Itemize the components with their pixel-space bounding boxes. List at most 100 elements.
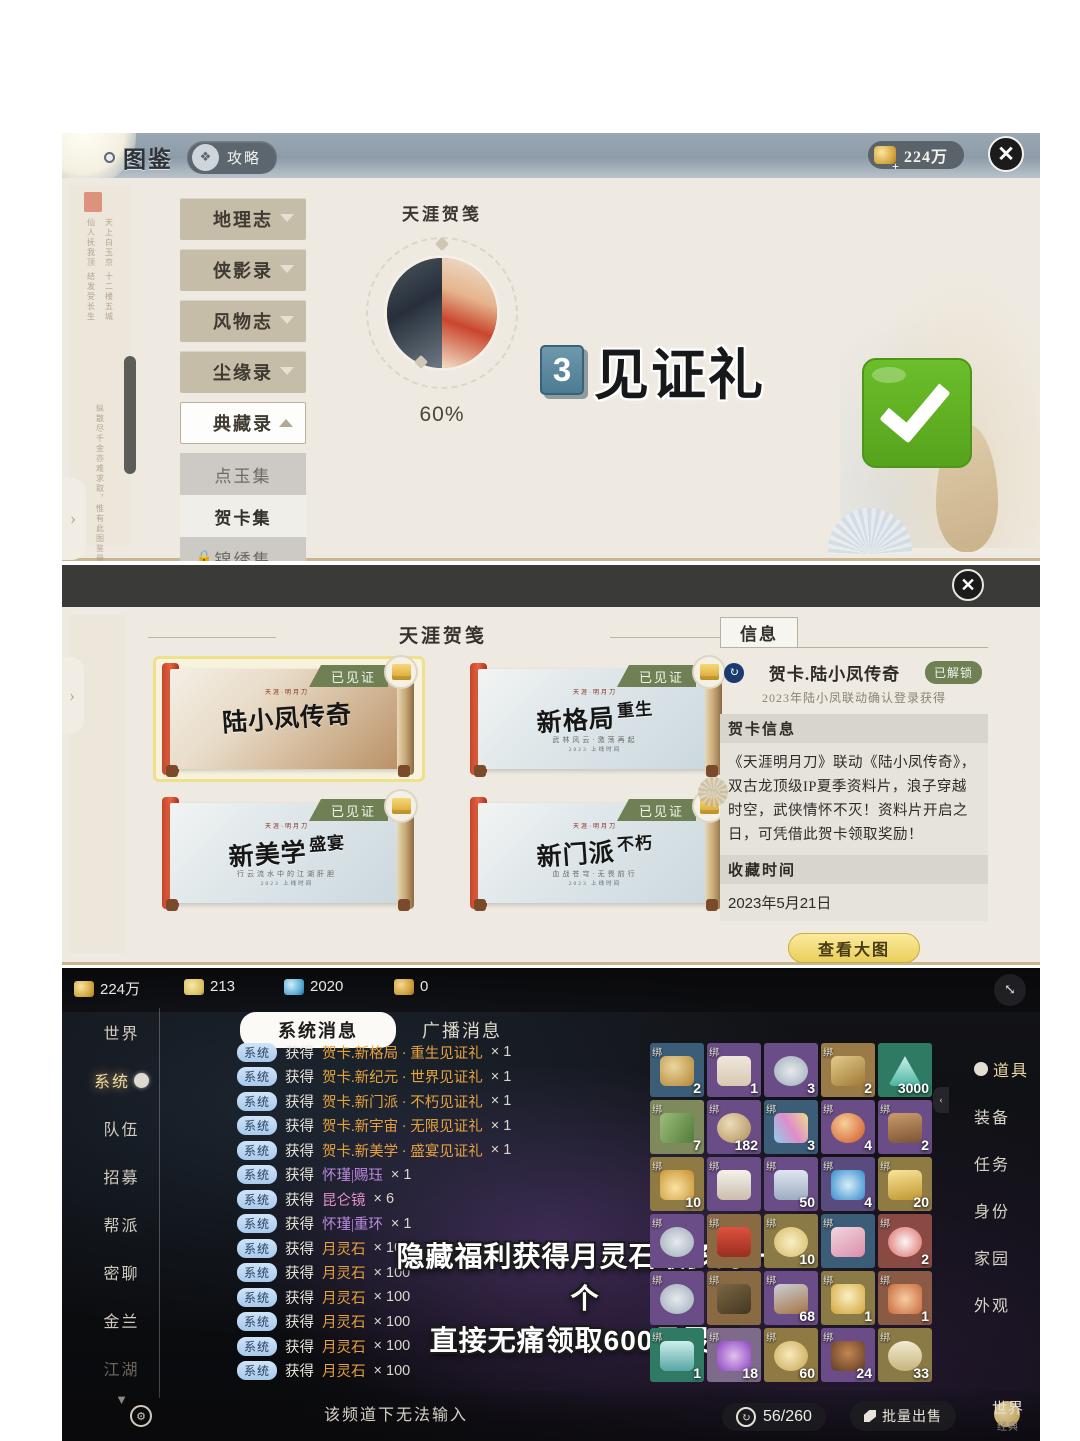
view-large-image-button[interactable]: 查看大图 (788, 933, 920, 963)
sidebar-item-heroes[interactable]: 侠影录 (180, 249, 306, 291)
currency-display[interactable]: + 224万 (867, 141, 964, 173)
capacity-value: 56/260 (763, 1408, 812, 1425)
inventory-slot[interactable]: 绑1 (821, 1271, 875, 1325)
refresh-icon[interactable]: ↻ (724, 662, 744, 683)
inventory-row: 绑1 绑 18 绑 60 绑 24 绑 33 (650, 1328, 935, 1382)
inventory-slot[interactable]: 绑 10 (650, 1157, 704, 1211)
inventory-slot[interactable]: 3 (764, 1043, 818, 1097)
chevron-down-icon (280, 214, 294, 222)
menu-item-identity[interactable]: 身份 (974, 1186, 1036, 1233)
currency-pouch[interactable]: 0 (394, 978, 428, 995)
menu-item-equipment[interactable]: 装备 (974, 1092, 1036, 1139)
currency-leaf[interactable]: 213 (184, 978, 235, 995)
close-icon[interactable]: ✕ (952, 569, 984, 601)
inventory-slot[interactable]: 绑2 (821, 1043, 875, 1097)
sidebar-item-geography[interactable]: 地理志 (180, 198, 306, 240)
inventory-slot[interactable]: 绑3 (764, 1100, 818, 1154)
greeting-card-item[interactable]: 天涯·明月刀 新门派不朽 血战苍穹·无畏前行 2023 上线时间 已见证 (464, 789, 730, 913)
greeting-card-item[interactable]: 天涯·明月刀 新美学盛宴 行云流水中的江湖肝胆 2023 上线时间 已见证 (156, 789, 422, 913)
inventory-slot[interactable]: 绑1 (878, 1271, 932, 1325)
tab-guide[interactable]: ❖ 攻略 (187, 140, 278, 174)
channel-gem-icon (134, 1072, 149, 1088)
channel-team[interactable]: 队伍 (84, 1104, 159, 1152)
sub-item-greeting-cards[interactable]: 贺卡集 (180, 495, 306, 537)
inventory-slot[interactable]: 绑 60 (764, 1328, 818, 1382)
sidebar-item-scenery[interactable]: 风物志 (180, 300, 306, 342)
menu-item-homestead[interactable]: 家园 (974, 1233, 1036, 1280)
inventory-slot[interactable]: 绑 (650, 1214, 704, 1268)
scroll-rail[interactable] (124, 356, 136, 474)
progress-wheel[interactable] (366, 236, 518, 389)
sidebar-item-relations[interactable]: 尘缘录 (180, 351, 306, 393)
inventory-slot[interactable]: 绑 (707, 1214, 761, 1268)
greeting-card-item[interactable]: 天涯·明月刀 新格局重生 武林风云·激荡再起 2023 上线时间 已见证 (464, 655, 730, 779)
currency-gold[interactable]: 224万 (74, 978, 140, 999)
inventory-slot[interactable]: 绑2 (650, 1043, 704, 1097)
expand-sidebar-button[interactable]: › (62, 478, 86, 560)
channel-guild[interactable]: 帮派 (84, 1200, 159, 1248)
inventory-slot[interactable]: 绑4 (821, 1157, 875, 1211)
inventory-slot[interactable]: 绑 (707, 1271, 761, 1325)
chat-item: 月灵石 (322, 1315, 366, 1332)
inventory-slot[interactable]: 绑 182 (707, 1100, 761, 1154)
bulk-sell-label: 批量出售 (882, 1410, 942, 1425)
gear-icon[interactable]: ⚙ (130, 1405, 152, 1427)
sub-item-jade[interactable]: 点玉集 (180, 453, 306, 495)
item-qty: 50 (799, 1194, 815, 1210)
inventory-slot[interactable]: 绑 (707, 1157, 761, 1211)
leaf-icon (184, 978, 204, 995)
refresh-icon[interactable]: ↻ (736, 1407, 756, 1427)
sidebar-item-collection[interactable]: 典藏录 (180, 402, 306, 444)
inventory-slot[interactable]: 绑 24 (821, 1328, 875, 1382)
currency-orb[interactable]: 2020 (284, 978, 343, 995)
world-channel-button[interactable]: 世界 经典 (992, 1397, 1024, 1433)
inventory-slot[interactable]: 绑 50 (764, 1157, 818, 1211)
inventory-slot[interactable]: 绑1 (650, 1328, 704, 1382)
gift-badge-icon[interactable] (384, 789, 418, 823)
channel-world[interactable]: 世界 (84, 1008, 159, 1056)
expand-sidebar-button[interactable]: › (62, 657, 84, 733)
collapse-inventory-button[interactable]: ‹ (933, 1087, 949, 1113)
chat-count: × 6 (373, 1191, 395, 1208)
expand-icon[interactable]: ⤡ (994, 974, 1026, 1006)
inventory-slot[interactable]: 绑 (650, 1271, 704, 1325)
inventory-slot[interactable]: 3000 (878, 1043, 932, 1097)
inventory-slot[interactable]: 绑2 (878, 1100, 932, 1154)
inventory-slot[interactable]: 绑 20 (878, 1157, 932, 1211)
bind-label: 绑 (652, 1219, 662, 1230)
item-icon (831, 1056, 865, 1087)
menu-item-appearance[interactable]: 外观 (974, 1280, 1036, 1327)
channel-system[interactable]: 系统 (84, 1056, 159, 1104)
tab-codex[interactable]: 图鉴 (123, 140, 173, 174)
bind-label: 绑 (766, 1276, 776, 1287)
channel-sworn[interactable]: 金兰 (84, 1296, 159, 1344)
inventory-slot[interactable]: 绑 (821, 1214, 875, 1268)
inventory-slot[interactable]: 绑 33 (878, 1328, 932, 1382)
chat-count: × 100 (373, 1362, 411, 1379)
inventory-slot[interactable]: 绑2 (878, 1214, 932, 1268)
gift-badge-icon[interactable] (384, 655, 418, 689)
progress-wheel-section: 天涯贺笺 60% (358, 200, 526, 427)
card-status-ribbon: 已见证 (616, 665, 696, 687)
close-icon[interactable]: ✕ (988, 136, 1024, 172)
item-icon (888, 1284, 922, 1315)
sub-item-label: 锦绣集 (214, 550, 272, 562)
inventory-slot[interactable]: 绑 10 (764, 1214, 818, 1268)
greeting-card-item[interactable]: 天涯·明月刀 陆小凤传奇 已见证 (153, 655, 425, 782)
tab-info[interactable]: 信息 (720, 617, 798, 647)
inventory-slot[interactable]: 绑 18 (707, 1328, 761, 1382)
inventory-slot[interactable]: 绑4 (821, 1100, 875, 1154)
inventory-slot[interactable]: 绑 68 (764, 1271, 818, 1325)
sub-item-brocade[interactable]: 🔒 锦绣集 (180, 537, 306, 561)
add-currency-icon[interactable]: + (892, 159, 899, 174)
channel-jianghu[interactable]: 江湖 (84, 1344, 159, 1392)
menu-item-items[interactable]: 道具 (974, 1045, 1036, 1092)
bulk-sell-button[interactable]: 批量出售 (850, 1401, 956, 1431)
channel-recruit[interactable]: 招募 (84, 1152, 159, 1200)
channel-whisper[interactable]: 密聊 (84, 1248, 159, 1296)
inventory-slot[interactable]: 绑1 (707, 1043, 761, 1097)
menu-item-quests[interactable]: 任务 (974, 1139, 1036, 1186)
bag-capacity[interactable]: ↻ 56/260 (722, 1403, 826, 1431)
channel-label: 帮派 (103, 1218, 140, 1235)
inventory-slot[interactable]: 绑7 (650, 1100, 704, 1154)
